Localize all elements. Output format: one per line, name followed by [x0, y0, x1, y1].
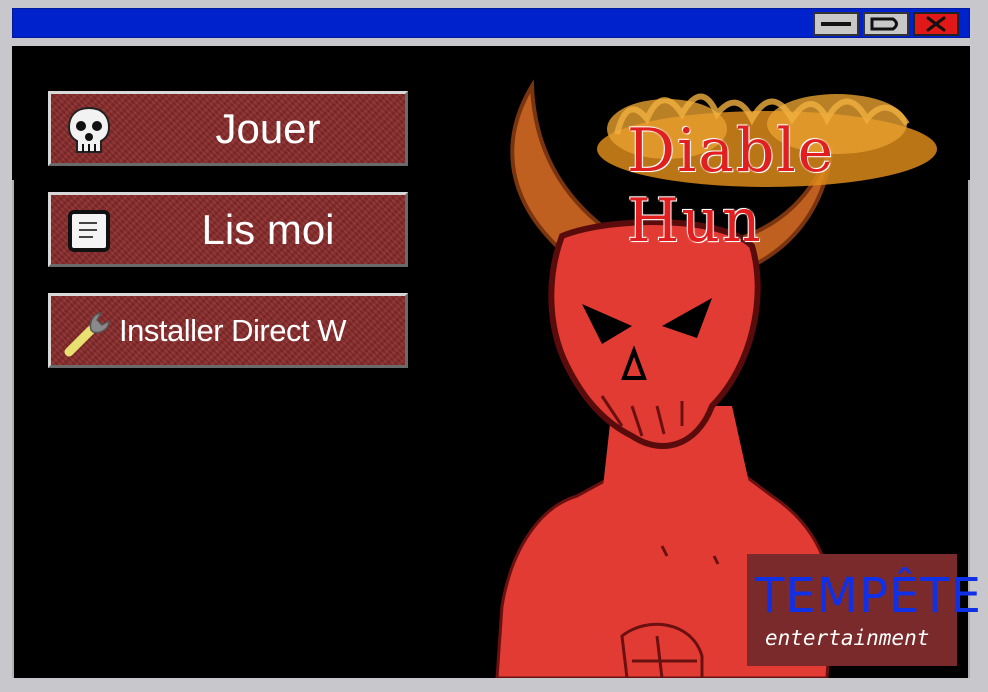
wrench-icon	[64, 312, 110, 357]
close-icon	[926, 16, 946, 32]
install-label: Installer Direct W	[119, 312, 346, 348]
studio-logo: TEMPÊTE entertainment	[747, 554, 981, 666]
game-title: Diable Hun	[627, 116, 836, 256]
readme-label: Lis moi	[201, 205, 335, 253]
minimize-button[interactable]	[813, 12, 859, 36]
maximize-button[interactable]	[863, 12, 909, 36]
install-directx-button[interactable]: Installer Direct W	[48, 293, 408, 368]
launcher-window: Jouer Lis moi Installer Direct W Diable …	[12, 46, 981, 678]
studio-tagline: entertainment	[765, 626, 930, 650]
minimize-icon	[821, 22, 851, 26]
window-border-left	[12, 180, 14, 678]
maximize-icon	[870, 17, 898, 31]
skull-icon	[67, 106, 111, 153]
play-label: Jouer	[215, 104, 321, 152]
play-button[interactable]: Jouer	[48, 91, 408, 166]
window-titlebar[interactable]	[12, 8, 970, 38]
readme-button[interactable]: Lis moi	[48, 192, 408, 267]
close-button[interactable]	[913, 12, 959, 36]
studio-name: TEMPÊTE	[755, 568, 982, 624]
game-logo: Diable Hun	[587, 74, 957, 256]
document-icon	[68, 210, 110, 252]
